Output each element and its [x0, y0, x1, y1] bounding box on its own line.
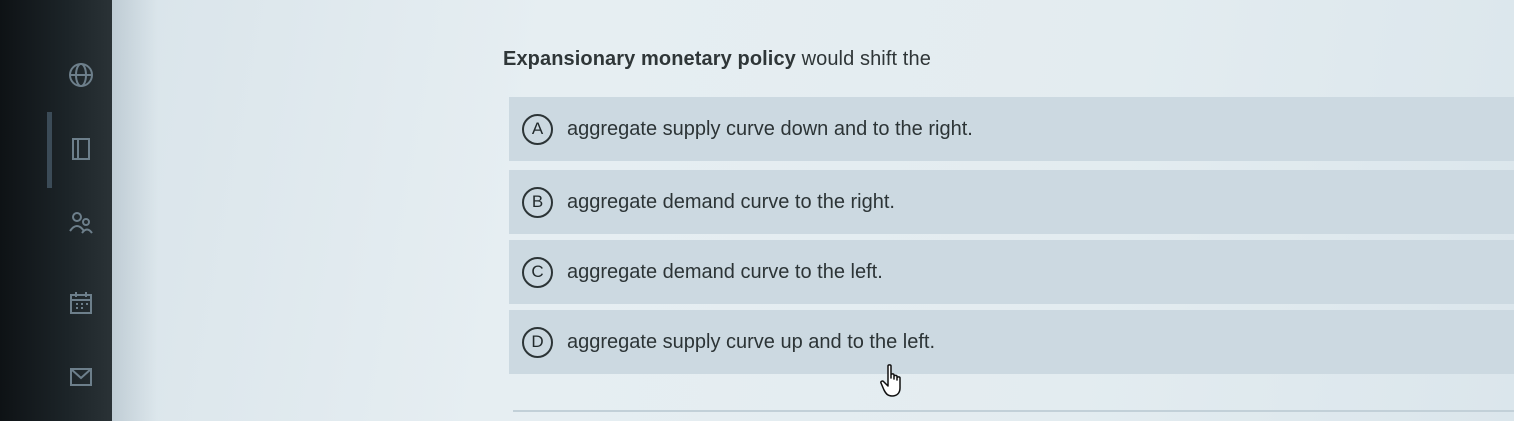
hand-cursor-icon [880, 364, 901, 397]
answer-option-b[interactable]: B aggregate demand curve to the right. [509, 170, 1514, 234]
sidebar [0, 0, 112, 421]
option-letter-badge: C [522, 256, 553, 288]
answer-option-d[interactable]: D aggregate supply curve up and to the l… [509, 310, 1514, 374]
option-text: aggregate supply curve up and to the lef… [567, 330, 936, 353]
option-text: aggregate supply curve down and to the r… [567, 117, 973, 140]
mail-icon[interactable] [64, 360, 98, 394]
book-icon[interactable] [64, 132, 98, 166]
screen: Expansionary monetary policy would shift… [0, 0, 1514, 421]
globe-icon[interactable] [64, 58, 98, 92]
answer-option-a[interactable]: A aggregate supply curve down and to the… [509, 97, 1514, 161]
question-prompt: Expansionary monetary policy would shift… [503, 48, 931, 71]
sidebar-active-indicator [47, 112, 52, 188]
option-text: aggregate demand curve to the right. [567, 190, 895, 213]
option-letter-badge: D [522, 326, 553, 358]
people-icon[interactable] [64, 206, 98, 240]
answer-option-c[interactable]: C aggregate demand curve to the left. [509, 240, 1514, 304]
question-bold-text: Expansionary monetary policy [503, 48, 796, 70]
option-letter-badge: A [522, 113, 553, 145]
calendar-icon[interactable] [64, 286, 98, 320]
content-edge-shadow [112, 0, 158, 421]
question-rest-text: would shift the [795, 48, 931, 70]
divider [513, 410, 1514, 412]
option-text: aggregate demand curve to the left. [567, 260, 883, 283]
option-letter-badge: B [522, 186, 553, 218]
